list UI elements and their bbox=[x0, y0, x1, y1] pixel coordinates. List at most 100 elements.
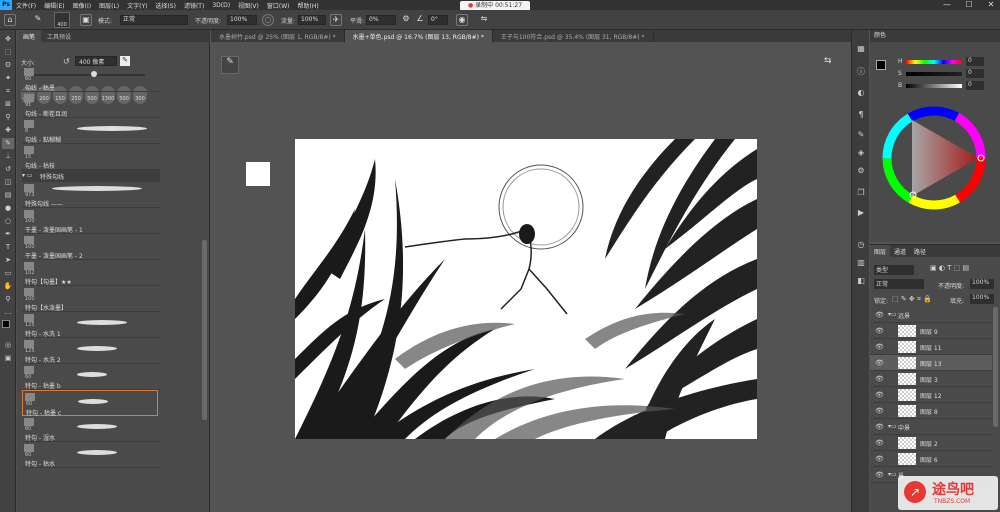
menu-filter[interactable]: 滤镜(T) bbox=[180, 1, 208, 10]
layer-row-selected[interactable]: 👁 图层 13 bbox=[870, 355, 992, 371]
layers-scrollbar[interactable] bbox=[993, 307, 998, 427]
frame-tool-icon[interactable]: ⊠ bbox=[2, 99, 14, 110]
tab-color[interactable]: 颜色 bbox=[870, 30, 890, 41]
zoom-tool-icon[interactable]: ⚲ bbox=[2, 294, 14, 305]
eye-icon[interactable]: 👁 bbox=[875, 311, 884, 319]
list-item[interactable]: 60 勾线 - 枯墨 bbox=[22, 66, 160, 92]
layer-row[interactable]: 👁 图层 3 bbox=[870, 371, 992, 387]
magic-wand-icon[interactable]: ✦ bbox=[2, 73, 14, 84]
list-item[interactable]: 15 勾线 - 枯枝 bbox=[22, 144, 160, 170]
layer-filter-select[interactable]: 类型 bbox=[874, 265, 914, 275]
lock-icons[interactable]: ⬚ ✎ ✥ ⌗ 🔒 bbox=[892, 295, 932, 304]
layer-row[interactable]: 👁 图层 9 bbox=[870, 323, 992, 339]
brush-tool-icon[interactable]: ✎ bbox=[2, 138, 14, 149]
quick-mask-icon[interactable]: ◎ bbox=[2, 340, 14, 351]
list-item[interactable]: 8 勾线 - 黏糊糊 bbox=[22, 118, 160, 144]
rectangle-tool-icon[interactable]: ▭ bbox=[2, 268, 14, 279]
dodge-tool-icon[interactable]: ○ bbox=[2, 216, 14, 227]
blur-tool-icon[interactable]: ● bbox=[2, 203, 14, 214]
menu-layer[interactable]: 图层(L) bbox=[95, 1, 123, 10]
layer-opacity-field[interactable]: 100% bbox=[970, 279, 994, 289]
brightness-slider[interactable] bbox=[906, 84, 962, 88]
pen-tool-icon[interactable]: ✒ bbox=[2, 229, 14, 240]
lasso-tool-icon[interactable]: ʘ bbox=[2, 60, 14, 71]
cube-icon[interactable]: ❐ bbox=[855, 188, 867, 200]
menu-image[interactable]: 图像(I) bbox=[69, 1, 95, 10]
list-item[interactable]: 973 特殊勾线 —— bbox=[22, 182, 160, 208]
smoothing-settings-icon[interactable]: ⚙ bbox=[400, 14, 412, 26]
eye-icon[interactable]: 👁 bbox=[875, 391, 884, 399]
angle-icon[interactable]: ∠ bbox=[414, 14, 426, 26]
tab-channels[interactable]: 通道 bbox=[890, 245, 910, 257]
clone-stamp-icon[interactable]: ⊥ bbox=[2, 151, 14, 162]
list-item[interactable]: 60 特勾 - 湿水 bbox=[22, 416, 160, 442]
healing-brush-icon[interactable]: ✚ bbox=[2, 125, 14, 136]
list-item[interactable]: 125 特勾 - 水洗 1 bbox=[22, 312, 160, 338]
close-button[interactable]: ✕ bbox=[984, 0, 998, 9]
marquee-tool-icon[interactable]: ⬚ bbox=[2, 47, 14, 58]
foreground-color-swatch[interactable] bbox=[2, 320, 10, 328]
type-tool-icon[interactable]: T bbox=[2, 242, 14, 253]
hue-slider[interactable] bbox=[906, 60, 962, 64]
eye-icon[interactable]: 👁 bbox=[875, 423, 884, 431]
minimize-button[interactable]: — bbox=[940, 0, 954, 9]
flow-field[interactable]: 100% bbox=[298, 15, 326, 25]
eye-icon[interactable]: 👁 bbox=[875, 343, 884, 351]
eraser-icon[interactable]: ◫ bbox=[2, 177, 14, 188]
eye-icon[interactable]: 👁 bbox=[875, 455, 884, 463]
home-icon[interactable]: ⌂ bbox=[4, 14, 16, 26]
layer-group-row[interactable]: 👁 ▾▭ 远景 bbox=[870, 307, 992, 323]
menu-file[interactable]: 文件(F) bbox=[12, 1, 40, 10]
eye-icon[interactable]: 👁 bbox=[875, 439, 884, 447]
hue-field[interactable]: 0 bbox=[966, 57, 984, 66]
more-tools-icon[interactable]: … bbox=[2, 307, 14, 318]
angle-field[interactable]: 0° bbox=[428, 15, 448, 25]
mode-select[interactable]: 正常 bbox=[120, 15, 188, 25]
layer-group-row[interactable]: 👁 ▾▭ 中景 bbox=[870, 419, 992, 435]
pressure-size-icon[interactable]: ◉ bbox=[456, 14, 468, 26]
gradient-icon[interactable]: ▤ bbox=[2, 190, 14, 201]
blend-mode-select[interactable]: 正常 bbox=[874, 279, 924, 289]
layer-row[interactable]: 👁 图层 11 bbox=[870, 339, 992, 355]
list-item[interactable]: 102 特勾【勾墨】★★ bbox=[22, 260, 160, 286]
brush-tool-icon[interactable]: ✎ bbox=[32, 14, 44, 26]
brush-settings-icon[interactable]: ▣ bbox=[80, 14, 92, 26]
list-item[interactable]: 91 勾线 - 断茬且润 bbox=[22, 92, 160, 118]
tab-brushes[interactable]: 画笔 bbox=[17, 30, 42, 42]
panel-toggle-icon[interactable]: ⇆ bbox=[824, 56, 840, 72]
layer-row[interactable]: 👁 图层 2 bbox=[870, 435, 992, 451]
eye-icon[interactable]: 👁 bbox=[875, 407, 884, 415]
layer-row[interactable]: 👁 图层 12 bbox=[870, 387, 992, 403]
size-field[interactable]: 400 像素 bbox=[75, 56, 117, 66]
path-select-icon[interactable]: ➤ bbox=[2, 255, 14, 266]
menu-type[interactable]: 文字(Y) bbox=[123, 1, 151, 10]
screen-mode-icon[interactable]: ▣ bbox=[2, 353, 14, 364]
layer-row[interactable]: 👁 图层 8 bbox=[870, 403, 992, 419]
artwork-canvas[interactable] bbox=[295, 139, 757, 439]
eye-icon[interactable]: 👁 bbox=[875, 471, 884, 479]
layer-row[interactable]: 👁 图层 6 bbox=[870, 451, 992, 467]
swatches-icon[interactable]: ▥ bbox=[855, 258, 867, 270]
actions-icon[interactable]: ▶ bbox=[855, 208, 867, 220]
tab-paths[interactable]: 路径 bbox=[910, 245, 930, 257]
pressure-opacity-icon[interactable]: ◌ bbox=[262, 14, 274, 26]
list-item[interactable]: 100 干墨 - 泼墨国画笔 - 2 bbox=[22, 234, 160, 260]
list-item[interactable]: 100 干墨 - 泼墨国画笔 - 1 bbox=[22, 208, 160, 234]
foreground-color-swatch[interactable] bbox=[876, 60, 886, 70]
canvas-area[interactable]: ✎ ⇆ bbox=[211, 42, 851, 512]
move-tool-icon[interactable]: ✥ bbox=[2, 34, 14, 45]
reset-icon[interactable]: ↺ bbox=[63, 57, 70, 66]
brush-floating-icon[interactable]: ✎ bbox=[221, 56, 239, 74]
fill-field[interactable]: 100% bbox=[970, 294, 994, 304]
history-brush-icon[interactable]: ↺ bbox=[2, 164, 14, 175]
eyedropper-icon[interactable]: ⚲ bbox=[2, 112, 14, 123]
filter-icons[interactable]: ▣ ◐ T ⬚ ▤ bbox=[930, 264, 969, 272]
menu-help[interactable]: 帮助(H) bbox=[294, 1, 323, 10]
adjustments-icon[interactable]: ◐ bbox=[855, 88, 867, 100]
list-item[interactable]: 60 特勾 - 枯水 bbox=[22, 442, 160, 468]
eye-icon[interactable]: 👁 bbox=[875, 327, 884, 335]
clone-source-icon[interactable]: ◈ bbox=[855, 148, 867, 160]
panel-scrollbar[interactable] bbox=[202, 240, 207, 420]
menu-window[interactable]: 窗口(W) bbox=[263, 1, 294, 10]
opacity-field[interactable]: 100% bbox=[227, 15, 257, 25]
